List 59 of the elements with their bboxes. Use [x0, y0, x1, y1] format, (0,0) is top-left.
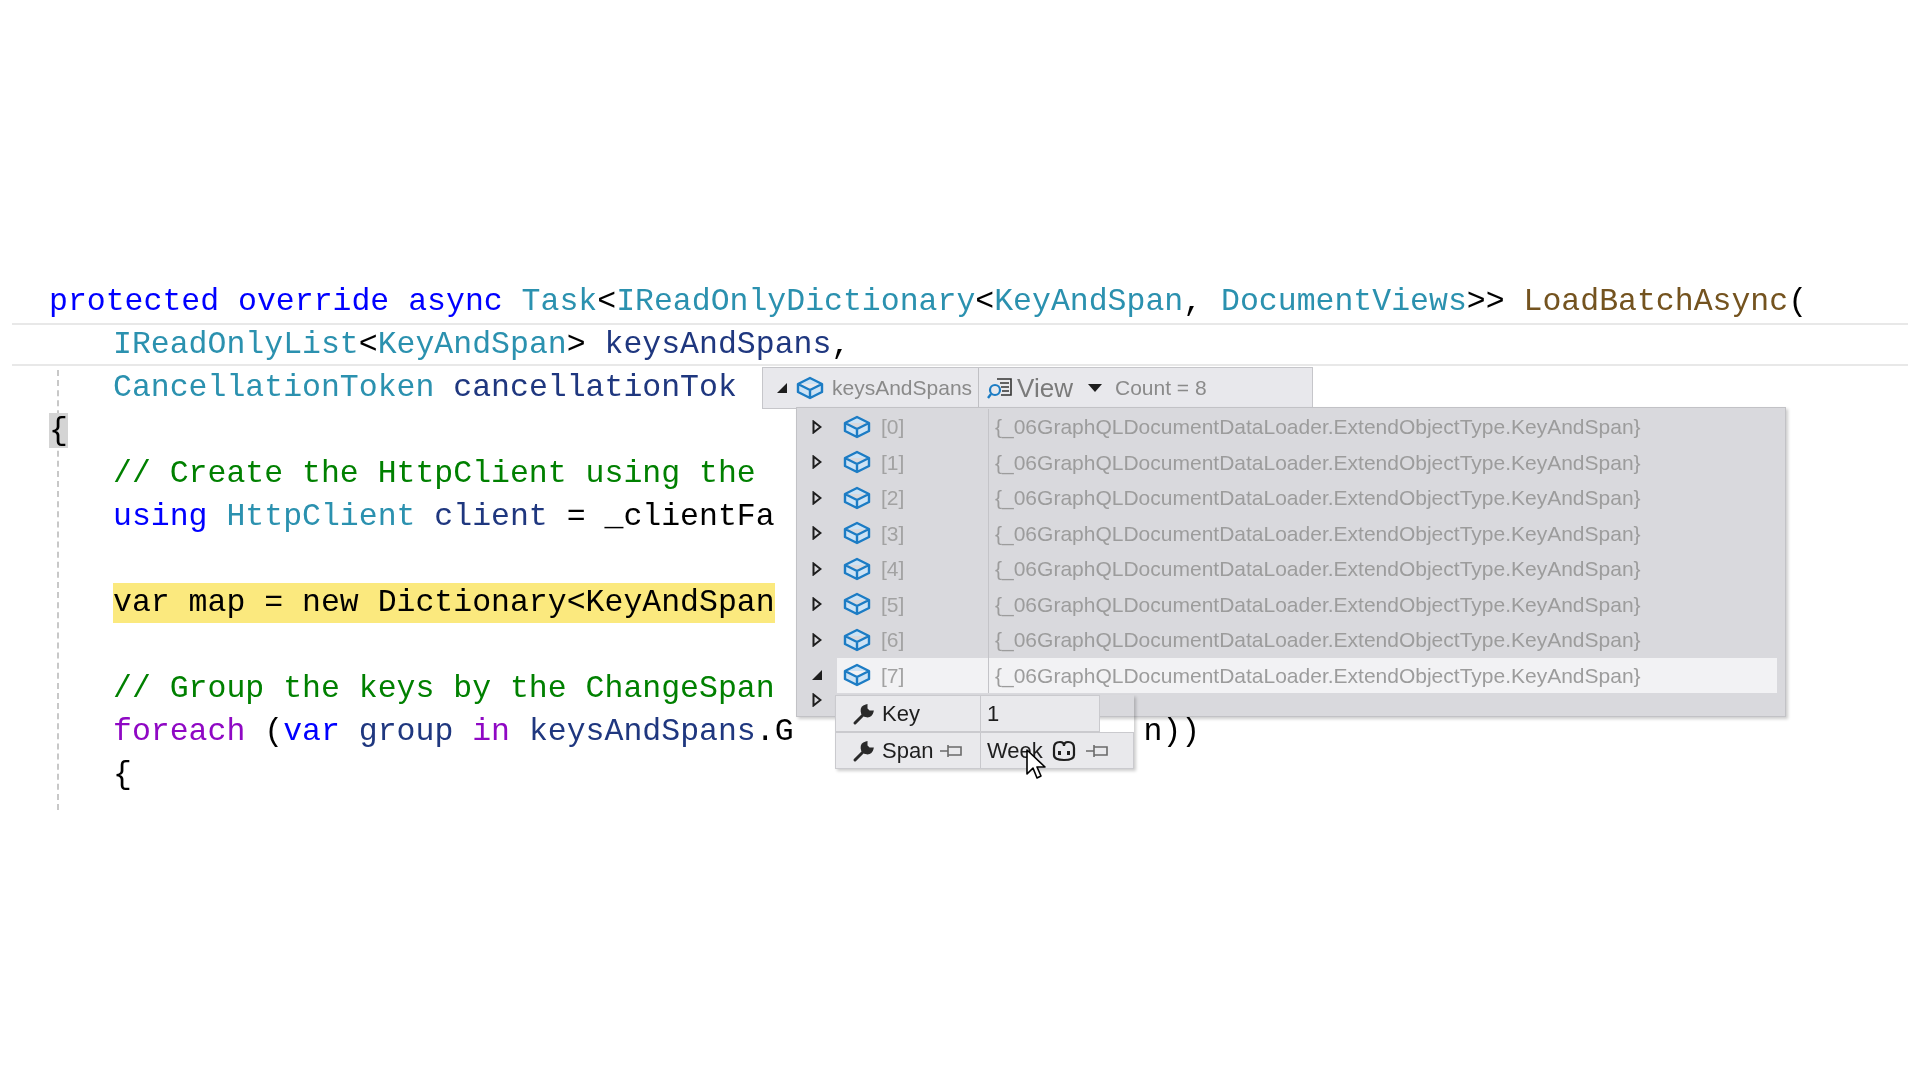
- cube-icon: [796, 375, 824, 401]
- expand-arrow-icon[interactable]: [812, 693, 822, 707]
- magnifier-icon: [987, 376, 1014, 400]
- caret-icon[interactable]: [1087, 383, 1103, 393]
- code-line: protected override async Task<IReadOnlyDictionary<KeyAndSpan, DocumentViews>> LoadBatchAsync(: [49, 282, 1808, 321]
- code-line: IReadOnlyList<KeyAndSpan> keysAndSpans,: [113, 325, 851, 364]
- expand-arrow-icon[interactable]: [812, 419, 822, 434]
- expand-arrow-icon[interactable]: [812, 597, 822, 612]
- collapse-arrow-icon[interactable]: [776, 382, 788, 394]
- code-line: using HttpClient client = _clientFa: [113, 497, 775, 536]
- item-value: {_06GraphQLDocumentDataLoader.ExtendObjectType.KeyAndSpan}: [994, 627, 1641, 654]
- code-line: foreach (var group in keysAndSpans.G: [113, 712, 794, 751]
- count-label: Count = 8: [1115, 375, 1207, 402]
- cube-icon: [843, 413, 871, 440]
- view-button[interactable]: View: [987, 368, 1073, 408]
- code-line: n)): [1143, 712, 1201, 751]
- member-name: Key: [882, 700, 920, 728]
- item-name: [3]: [881, 520, 905, 547]
- member-row[interactable]: Key 1: [835, 695, 1100, 732]
- code-line: // Create the HttpClient using the: [113, 454, 756, 493]
- cube-icon: [843, 662, 871, 689]
- code-line: {: [113, 755, 132, 794]
- member-row[interactable]: Span Week: [835, 732, 1134, 769]
- cube-icon: [843, 555, 871, 582]
- item-name: [1]: [881, 449, 905, 476]
- item-name: [4]: [881, 556, 905, 582]
- cube-icon: [843, 484, 871, 511]
- item-value: {_06GraphQLDocumentDataLoader.ExtendObjectType.KeyAndSpan}: [994, 449, 1641, 477]
- item-name: [2]: [881, 485, 905, 511]
- item-value: {_06GraphQLDocumentDataLoader.ExtendObjectType.KeyAndSpan}: [994, 556, 1641, 583]
- item-value: {_06GraphQLDocumentDataLoader.ExtendObjectType.KeyAndSpan}: [994, 662, 1641, 690]
- expand-arrow-icon[interactable]: [812, 490, 822, 505]
- item-value: {_06GraphQLDocumentDataLoader.ExtendObjectType.KeyAndSpan}: [994, 485, 1641, 512]
- cube-icon: [843, 449, 871, 476]
- cube-icon: [843, 591, 871, 618]
- member-value: Week: [987, 737, 1043, 765]
- expand-arrow-icon[interactable]: [812, 455, 822, 470]
- expand-arrow-icon[interactable]: [812, 561, 822, 576]
- goggles-icon[interactable]: [1050, 738, 1077, 763]
- item-name: [5]: [881, 591, 905, 618]
- datatip-row[interactable]: [7] {_06GraphQLDocumentDataLoader.ExtendObjectType.KeyAndSpan}: [837, 657, 1777, 693]
- item-value: {_06GraphQLDocumentDataLoader.ExtendObjectType.KeyAndSpan}: [994, 414, 1641, 441]
- code-line: CancellationToken cancellationTok: [113, 368, 737, 407]
- pin-icon[interactable]: [1084, 742, 1111, 759]
- collapse-arrow-icon[interactable]: [811, 669, 823, 682]
- wrench-icon: [852, 701, 876, 726]
- item-value: {_06GraphQLDocumentDataLoader.ExtendObjectType.KeyAndSpan}: [994, 591, 1641, 619]
- code-line: // Group the keys by the ChangeSpan: [113, 669, 775, 708]
- item-name: [7]: [881, 662, 905, 689]
- cube-icon: [843, 626, 871, 653]
- item-value: {_06GraphQLDocumentDataLoader.ExtendObjectType.KeyAndSpan}: [994, 520, 1641, 548]
- member-name: Span: [882, 737, 934, 765]
- item-name: [6]: [881, 627, 905, 653]
- member-value: 1: [987, 700, 1000, 728]
- wrench-icon: [852, 738, 876, 763]
- item-name: [0]: [881, 414, 905, 440]
- expand-arrow-icon[interactable]: [812, 632, 822, 647]
- expand-arrow-icon[interactable]: [812, 526, 822, 541]
- cube-icon: [843, 520, 871, 547]
